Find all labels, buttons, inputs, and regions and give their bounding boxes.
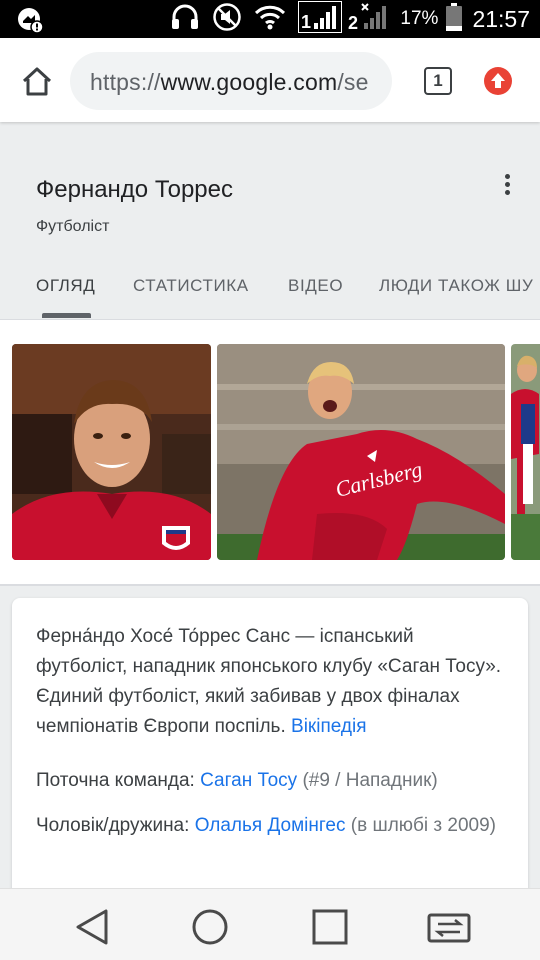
sim2-label: 2 <box>348 13 358 33</box>
arrow-up-icon <box>491 73 505 88</box>
divider <box>0 584 540 586</box>
wifi-icon <box>254 4 286 35</box>
sim1-label: 1 <box>301 12 311 32</box>
panel-tabs: ОГЛЯД СТАТИСТИКА ВІДЕО ЛЮДИ ТАКОЖ ШУ <box>0 272 540 318</box>
home-icon <box>22 67 52 96</box>
signal-sim2-icon: 2 <box>348 1 388 38</box>
update-button[interactable] <box>484 67 512 95</box>
back-button[interactable] <box>72 907 112 952</box>
url-bar[interactable]: https://www.google.com/se <box>70 52 392 110</box>
fact-label: Чоловік/дружина: <box>36 815 190 836</box>
fact-spouse: Чоловік/дружина: Олалья Домінгес (в шлюб… <box>36 811 506 841</box>
url-host: www.google.com <box>160 69 338 95</box>
fact-label: Поточна команда: <box>36 770 195 791</box>
image-carousel: Carlsberg <box>0 320 540 584</box>
status-bar: 1 2 17% 21:57 <box>0 0 540 38</box>
spouse-link[interactable]: Олалья Домінгес <box>195 815 346 836</box>
recents-button[interactable] <box>310 907 350 952</box>
battery-icon <box>446 2 463 36</box>
tab-videos[interactable]: ВІДЕО <box>288 276 343 296</box>
mute-icon <box>212 2 242 37</box>
back-triangle-icon <box>76 909 108 945</box>
description-card: Ферна́ндо Хосе́ То́ррес Санс — іспанськи… <box>12 598 528 898</box>
player-photo-2[interactable]: Carlsberg <box>217 344 505 560</box>
switch-sim-button[interactable] <box>426 907 472 952</box>
notification-icon <box>16 6 44 39</box>
fact-extra: (в шлюбі з 2009) <box>350 815 496 836</box>
navigation-bar <box>0 888 540 960</box>
tab-people-also-search[interactable]: ЛЮДИ ТАКОЖ ШУ <box>379 276 533 296</box>
tab-statistics[interactable]: СТАТИСТИКА <box>133 276 249 296</box>
signal-sim1-icon: 1 <box>298 0 343 38</box>
recents-square-icon <box>312 909 348 945</box>
home-button[interactable] <box>20 64 54 98</box>
entity-title: Фернандо Торрес <box>36 176 233 203</box>
player-photo-1[interactable] <box>12 344 211 560</box>
headphones-icon <box>170 3 200 36</box>
active-tab-indicator <box>42 313 91 318</box>
tab-overview[interactable]: ОГЛЯД <box>36 276 95 296</box>
fact-current-team: Поточна команда: Саган Тосу (#9 / Нападн… <box>36 766 506 796</box>
url-path: /se <box>337 69 369 95</box>
more-options-icon[interactable] <box>500 174 514 198</box>
wikipedia-link[interactable]: Вікіпедія <box>291 716 366 737</box>
team-link[interactable]: Саган Тосу <box>200 770 297 791</box>
description-text: Ферна́ндо Хосе́ То́ррес Санс — іспанськи… <box>36 626 502 737</box>
url-text: https://www.google.com/se <box>90 69 369 96</box>
battery-percent: 17% <box>400 8 439 29</box>
url-scheme: https:// <box>90 69 161 95</box>
browser-toolbar: https://www.google.com/se 1 <box>0 38 540 122</box>
description-paragraph: Ферна́ндо Хосе́ То́ррес Санс — іспанськи… <box>36 622 506 742</box>
home-nav-button[interactable] <box>190 907 230 952</box>
player-photo-3[interactable] <box>511 344 540 560</box>
switch-icon <box>427 913 471 943</box>
clock: 21:57 <box>472 5 530 32</box>
tab-switcher-button[interactable]: 1 <box>424 67 452 95</box>
knowledge-panel-header: Фернандо Торрес Футболіст ОГЛЯД СТАТИСТИ… <box>0 146 540 320</box>
home-circle-icon <box>192 909 228 945</box>
entity-subtitle: Футболіст <box>36 218 110 235</box>
fact-extra: (#9 / Нападник) <box>302 770 438 791</box>
